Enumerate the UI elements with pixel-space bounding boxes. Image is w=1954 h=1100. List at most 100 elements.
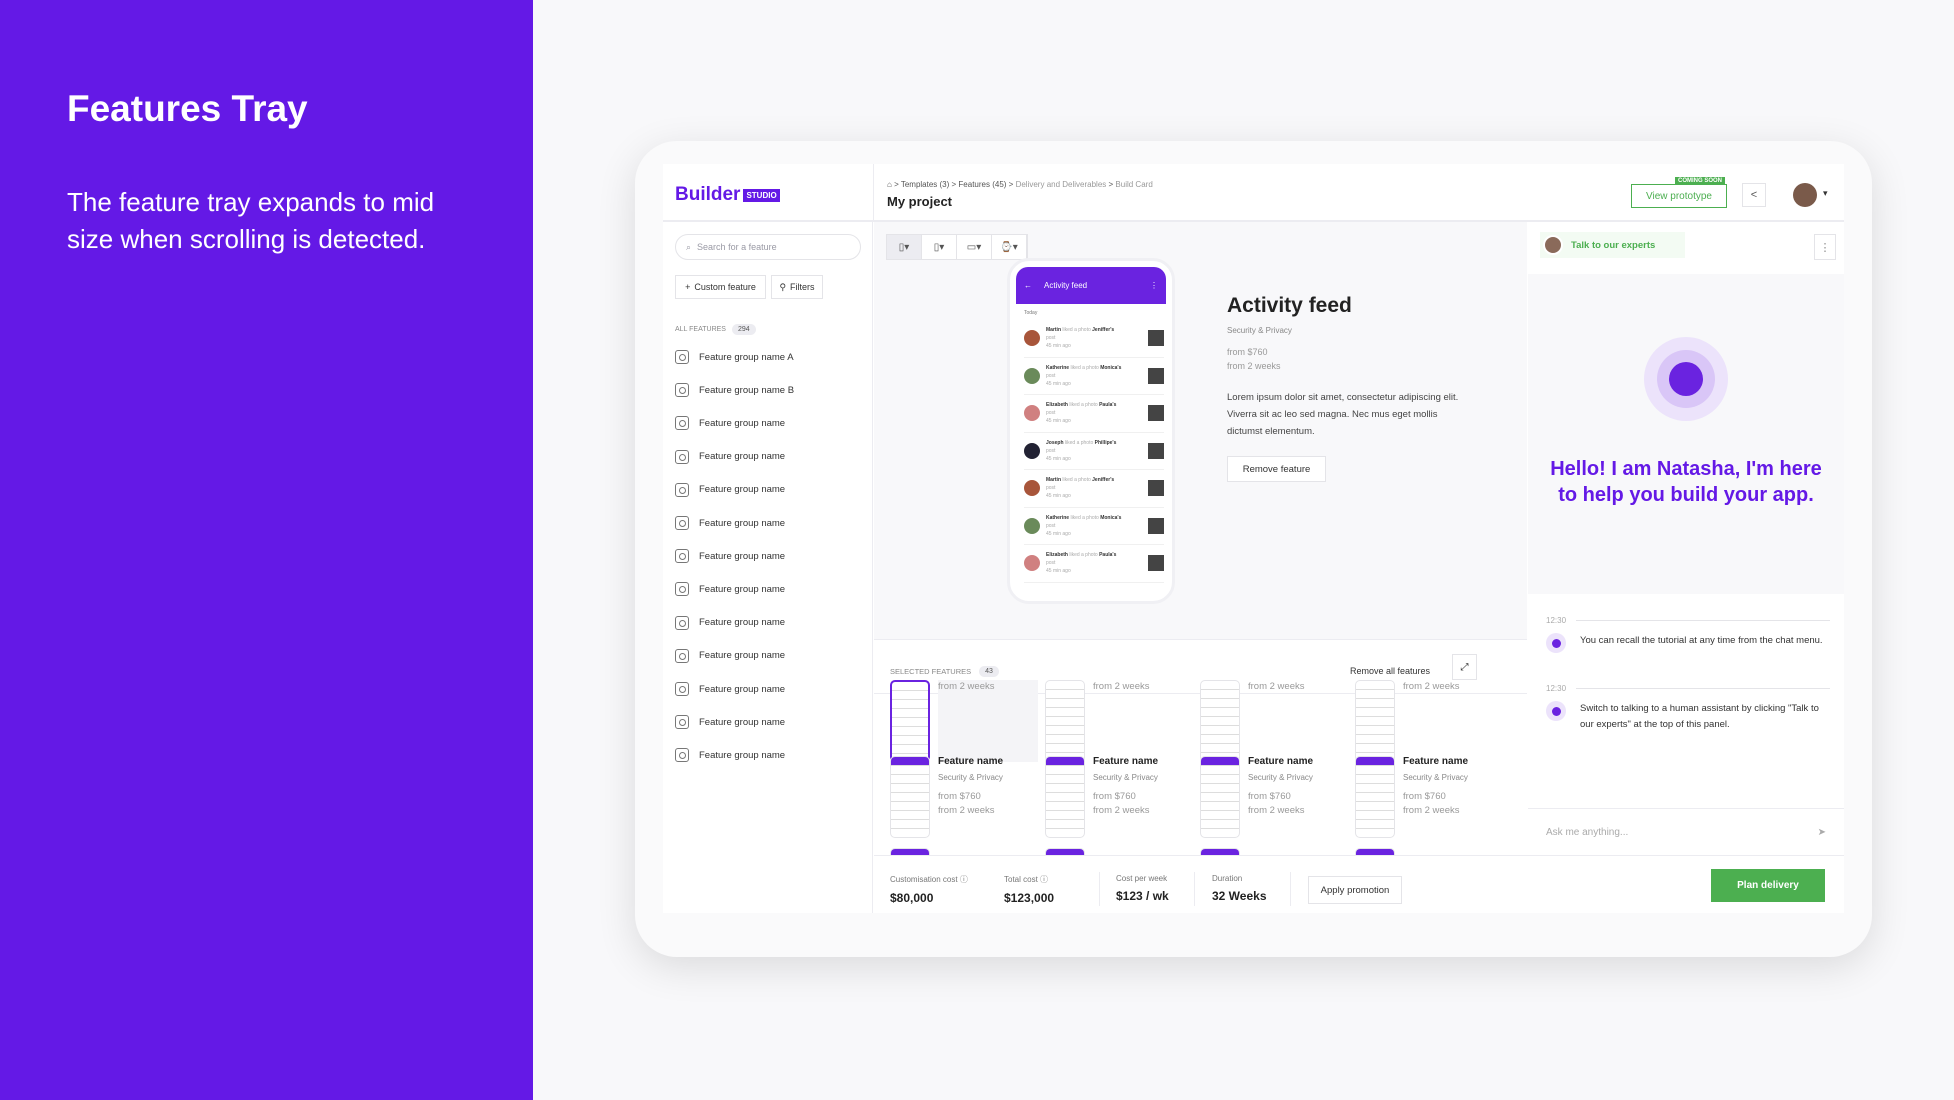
send-icon[interactable]: ➤ [1818, 827, 1826, 838]
feature-card[interactable]: Feature name Security & Privacy from $760 f… [1200, 756, 1350, 838]
feature-card[interactable]: from 2 weeks [1200, 680, 1350, 762]
filters-button[interactable]: ⚲ Filters [771, 275, 823, 299]
more-icon[interactable]: ⋮ [1814, 234, 1836, 260]
mobile-icon[interactable]: ▯▾ [887, 235, 922, 259]
watch-icon[interactable]: ⌚▾ [992, 235, 1027, 259]
feed-item: Elizabeth liked a photo Paula's post 45 mi… [1024, 545, 1164, 583]
group-label: Feature group name A [699, 351, 794, 363]
action-text: liked a photo [1069, 402, 1098, 409]
button-label: Talk to our experts [1571, 239, 1656, 251]
search-input[interactable]: ⌕ Search for a feature [675, 234, 861, 260]
feature-card[interactable]: from 2 weeks [1355, 680, 1505, 762]
sidebar-feature-group[interactable]: Feature group name [675, 482, 786, 497]
breadcrumb-item[interactable]: Delivery and Deliverables [1016, 180, 1107, 189]
tablet-icon[interactable]: ▯▾ [922, 235, 957, 259]
share-icon[interactable]: < [1742, 183, 1766, 207]
help-icon[interactable]: ⓘ [960, 875, 968, 884]
sidebar-feature-group[interactable]: Feature group name [675, 648, 785, 663]
breadcrumb-item[interactable]: Features (45) [958, 180, 1006, 189]
chevron-down-icon[interactable]: ▾ [1823, 188, 1828, 199]
post-label: post [1046, 372, 1056, 379]
user-avatar [1024, 442, 1040, 459]
sidebar-feature-group[interactable]: Feature group name [675, 516, 785, 530]
timestamp: 12:30 [1546, 684, 1830, 693]
sidebar-feature-group[interactable]: Feature group name B [675, 383, 794, 398]
feature-group-icon [675, 715, 689, 730]
user-avatar [1024, 555, 1040, 572]
breadcrumb-item[interactable]: Build Card [1115, 180, 1152, 189]
feature-thumbnail [890, 680, 930, 762]
logo[interactable]: Builder STUDIO [675, 184, 780, 206]
sidebar-feature-group[interactable]: Feature group name [675, 416, 785, 431]
divider [1099, 872, 1100, 906]
view-prototype-button[interactable]: View prototype [1631, 184, 1727, 208]
feature-duration: from 2 weeks [1093, 805, 1150, 816]
home-icon[interactable]: ⌂ [887, 180, 892, 189]
message-text: You can recall the tutorial at any time … [1580, 635, 1823, 646]
info-icon[interactable]: ⓘ [1040, 875, 1048, 884]
apply-promotion-button[interactable]: Apply promotion [1308, 876, 1402, 904]
sidebar-feature-group[interactable]: Feature group name A [675, 350, 794, 364]
remove-all-features-link[interactable]: Remove all features [1350, 666, 1430, 676]
assistant-intro: Hello! I am Natasha, I'm here to help yo… [1528, 274, 1844, 594]
assistant-icon [1546, 701, 1566, 721]
feature-group-icon [675, 682, 689, 696]
duration: Duration 32 Weeks [1212, 874, 1267, 903]
owner-name: Jeniffer's [1092, 327, 1115, 334]
value: $123 / wk [1116, 889, 1169, 903]
feed-item: Martin liked a photo Jeniffer's post 45 mi… [1024, 470, 1164, 508]
expand-icon[interactable]: ⤢ [1452, 654, 1477, 680]
sidebar-feature-group[interactable]: Feature group name [675, 682, 785, 696]
sidebar-feature-group[interactable]: Feature group name [675, 615, 785, 630]
feature-thumbnail [1200, 680, 1240, 762]
feature-card[interactable]: from 2 weeks [1045, 680, 1195, 762]
device-toolbar: ▯▾ ▯▾ ▭▾ ⌚▾ [886, 234, 1028, 260]
group-label: Feature group name [699, 749, 786, 761]
feed-item: Joseph liked a photo Phillipe's post 45 mi… [1024, 433, 1164, 470]
feature-duration: from 2 weeks [1093, 681, 1150, 692]
sidebar-feature-group[interactable]: Feature group name [675, 549, 786, 564]
feature-duration: from 2 weeks [1248, 681, 1305, 692]
post-label: post [1046, 447, 1056, 454]
screen-title: Activity feed [1044, 281, 1088, 290]
feature-card[interactable]: Feature name Security & Privacy from $760 f… [890, 756, 1040, 838]
filter-icon: ⚲ [779, 281, 787, 292]
feature-card[interactable]: Feature name Security & Privacy from $760 f… [1045, 756, 1195, 838]
natasha-orb-icon [1644, 337, 1728, 421]
breadcrumb-item[interactable]: Templates (3) [901, 180, 949, 189]
sidebar-feature-group[interactable]: Feature group name [675, 449, 785, 464]
avatar[interactable] [1793, 183, 1817, 207]
feature-name: Feature name [938, 756, 1004, 767]
feature-group-icon [675, 615, 689, 630]
feed-item: Martin liked a photo Jeniffer's post 45 mi… [1024, 320, 1164, 358]
plan-delivery-button[interactable]: Plan delivery [1711, 869, 1825, 902]
feature-card[interactable]: Feature name Security & Privacy from $760 f… [1355, 756, 1505, 838]
desktop-icon[interactable]: ▭▾ [957, 235, 992, 259]
photo-thumbnail [1148, 405, 1164, 422]
cost-per-week: Cost per week $123 / wk [1116, 874, 1169, 903]
talk-to-experts-button[interactable]: Talk to our experts [1540, 232, 1686, 258]
feature-group-icon [675, 516, 689, 530]
cost-footer: Customisation cost ⓘ $80,000 Total cost ⓘ… [874, 855, 1844, 913]
chat-input[interactable]: Ask me anything... ➤ [1528, 808, 1844, 855]
time: 45 min ago [1046, 418, 1071, 425]
sidebar-feature-group[interactable]: Feature group name [675, 748, 786, 763]
feed-item: Elizabeth liked a photo Paula's post 45 mi… [1024, 395, 1164, 433]
sidebar-feature-group[interactable]: Feature group name [675, 715, 785, 730]
user-name: Elizabeth [1046, 402, 1068, 409]
group-label: Feature group name [699, 550, 786, 562]
custom-feature-button[interactable]: + Custom feature [675, 275, 766, 299]
remove-feature-button[interactable]: Remove feature [1227, 456, 1326, 482]
feature-card[interactable]: from 2 weeks [890, 680, 1040, 762]
feature-group-icon [675, 549, 689, 564]
logo-badge: STUDIO [743, 188, 780, 202]
feature-group-icon [675, 449, 689, 464]
user-avatar [1024, 367, 1040, 384]
section-label: SELECTED FEATURES [890, 667, 972, 676]
breadcrumb: ⌂ > Templates (3) > Features (45) > Deli… [887, 180, 1153, 189]
phone-app-bar: ← Activity feed ⋮ [1016, 267, 1166, 304]
feature-price: from $760 [1403, 791, 1446, 802]
post-label: post [1046, 485, 1056, 492]
group-label: Feature group name [699, 484, 786, 496]
sidebar-feature-group[interactable]: Feature group name [675, 582, 785, 597]
